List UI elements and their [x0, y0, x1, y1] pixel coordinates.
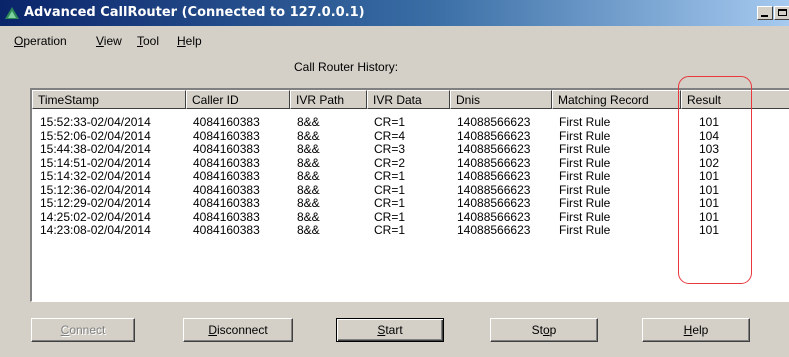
column-header-timestamp[interactable]: TimeStamp: [32, 90, 186, 109]
column-header-caller-id[interactable]: Caller ID: [186, 90, 290, 109]
cell-result[interactable]: 101: [699, 115, 719, 129]
cell-dnis[interactable]: 14088566623: [457, 115, 530, 129]
column-header-ivr-data[interactable]: IVR Data: [367, 90, 450, 109]
cell-ivr-path[interactable]: 8&&: [297, 142, 320, 156]
cell-result[interactable]: 101: [699, 223, 719, 237]
cell-caller-id[interactable]: 4084160383: [193, 129, 260, 143]
cell-caller-id[interactable]: 4084160383: [193, 115, 260, 129]
cell-result[interactable]: 102: [699, 156, 719, 170]
cell-result[interactable]: 101: [699, 196, 719, 210]
callrouter-app-icon: [5, 7, 19, 19]
cell-matching-record[interactable]: First Rule: [559, 169, 610, 183]
call-history-list[interactable]: TimeStamp Caller ID IVR Path IVR Data Dn…: [30, 88, 789, 302]
cell-result[interactable]: 101: [699, 183, 719, 197]
cell-caller-id[interactable]: 4084160383: [193, 210, 260, 224]
cell-ivr-data[interactable]: CR=1: [374, 196, 405, 210]
cell-matching-record[interactable]: First Rule: [559, 223, 610, 237]
cell-timestamp[interactable]: 15:14:51-02/04/2014: [40, 156, 151, 170]
cell-ivr-path[interactable]: 8&&: [297, 210, 320, 224]
cell-ivr-data[interactable]: CR=1: [374, 210, 405, 224]
cell-timestamp[interactable]: 15:44:38-02/04/2014: [40, 142, 151, 156]
cell-timestamp[interactable]: 15:52:06-02/04/2014: [40, 129, 151, 143]
cell-caller-id[interactable]: 4084160383: [193, 156, 260, 170]
cell-dnis[interactable]: 14088566623: [457, 169, 530, 183]
cell-ivr-data[interactable]: CR=4: [374, 129, 405, 143]
cell-ivr-data[interactable]: CR=3: [374, 142, 405, 156]
cell-caller-id[interactable]: 4084160383: [193, 183, 260, 197]
cell-ivr-data[interactable]: CR=1: [374, 169, 405, 183]
cell-timestamp[interactable]: 15:12:36-02/04/2014: [40, 183, 151, 197]
maximize-icon: [778, 9, 787, 16]
cell-result[interactable]: 101: [699, 169, 719, 183]
cell-matching-record[interactable]: First Rule: [559, 196, 610, 210]
cell-dnis[interactable]: 14088566623: [457, 156, 530, 170]
column-header-matching-record[interactable]: Matching Record: [552, 90, 681, 109]
cell-timestamp[interactable]: 15:52:33-02/04/2014: [40, 115, 151, 129]
cell-ivr-data[interactable]: CR=1: [374, 115, 405, 129]
cell-timestamp[interactable]: 15:12:29-02/04/2014: [40, 196, 151, 210]
cell-dnis[interactable]: 14088566623: [457, 223, 530, 237]
cell-ivr-data[interactable]: CR=1: [374, 183, 405, 197]
cell-timestamp[interactable]: 14:23:08-02/04/2014: [40, 223, 151, 237]
cell-matching-record[interactable]: First Rule: [559, 129, 610, 143]
cell-caller-id[interactable]: 4084160383: [193, 169, 260, 183]
cell-dnis[interactable]: 14088566623: [457, 142, 530, 156]
column-header-dnis[interactable]: Dnis: [450, 90, 552, 109]
cell-matching-record[interactable]: First Rule: [559, 210, 610, 224]
app-window: Advanced CallRouter (Connected to 127.0.…: [0, 0, 789, 357]
cell-result[interactable]: 104: [699, 129, 719, 143]
cell-caller-id[interactable]: 4084160383: [193, 223, 260, 237]
disconnect-button[interactable]: Disconnect: [183, 318, 293, 342]
cell-matching-record[interactable]: First Rule: [559, 115, 610, 129]
menu-operation[interactable]: Operation: [14, 34, 67, 48]
cell-ivr-path[interactable]: 8&&: [297, 115, 320, 129]
cell-ivr-data[interactable]: CR=2: [374, 156, 405, 170]
stop-button[interactable]: Stop: [490, 318, 598, 342]
cell-dnis[interactable]: 14088566623: [457, 210, 530, 224]
cell-dnis[interactable]: 14088566623: [457, 196, 530, 210]
cell-ivr-path[interactable]: 8&&: [297, 129, 320, 143]
cell-dnis[interactable]: 14088566623: [457, 183, 530, 197]
cell-ivr-path[interactable]: 8&&: [297, 156, 320, 170]
connect-button[interactable]: Connect: [31, 318, 135, 342]
window-title: Advanced CallRouter (Connected to 127.0.…: [24, 5, 365, 20]
column-header-ivr-path[interactable]: IVR Path: [290, 90, 367, 109]
cell-ivr-path[interactable]: 8&&: [297, 169, 320, 183]
menu-help[interactable]: Help: [177, 34, 202, 48]
cell-matching-record[interactable]: First Rule: [559, 183, 610, 197]
cell-matching-record[interactable]: First Rule: [559, 142, 610, 156]
cell-ivr-path[interactable]: 8&&: [297, 183, 320, 197]
cell-caller-id[interactable]: 4084160383: [193, 196, 260, 210]
cell-dnis[interactable]: 14088566623: [457, 129, 530, 143]
cell-result[interactable]: 101: [699, 210, 719, 224]
help-button[interactable]: Help: [642, 318, 750, 342]
cell-timestamp[interactable]: 14:25:02-02/04/2014: [40, 210, 151, 224]
history-label: Call Router History:: [294, 60, 399, 74]
cell-ivr-data[interactable]: CR=1: [374, 223, 405, 237]
cell-matching-record[interactable]: First Rule: [559, 156, 610, 170]
cell-ivr-path[interactable]: 8&&: [297, 223, 320, 237]
column-header-result[interactable]: Result: [681, 90, 789, 109]
cell-result[interactable]: 103: [699, 142, 719, 156]
cell-timestamp[interactable]: 15:14:32-02/04/2014: [40, 169, 151, 183]
minimize-button[interactable]: [757, 6, 773, 20]
title-bar[interactable]: Advanced CallRouter (Connected to 127.0.…: [0, 0, 789, 26]
cell-caller-id[interactable]: 4084160383: [193, 142, 260, 156]
start-button[interactable]: Start: [336, 318, 444, 342]
menu-tool[interactable]: Tool: [137, 34, 159, 48]
menu-view[interactable]: View: [96, 34, 122, 48]
maximize-button[interactable]: [774, 6, 789, 20]
minimize-icon: [761, 15, 768, 17]
cell-ivr-path[interactable]: 8&&: [297, 196, 320, 210]
